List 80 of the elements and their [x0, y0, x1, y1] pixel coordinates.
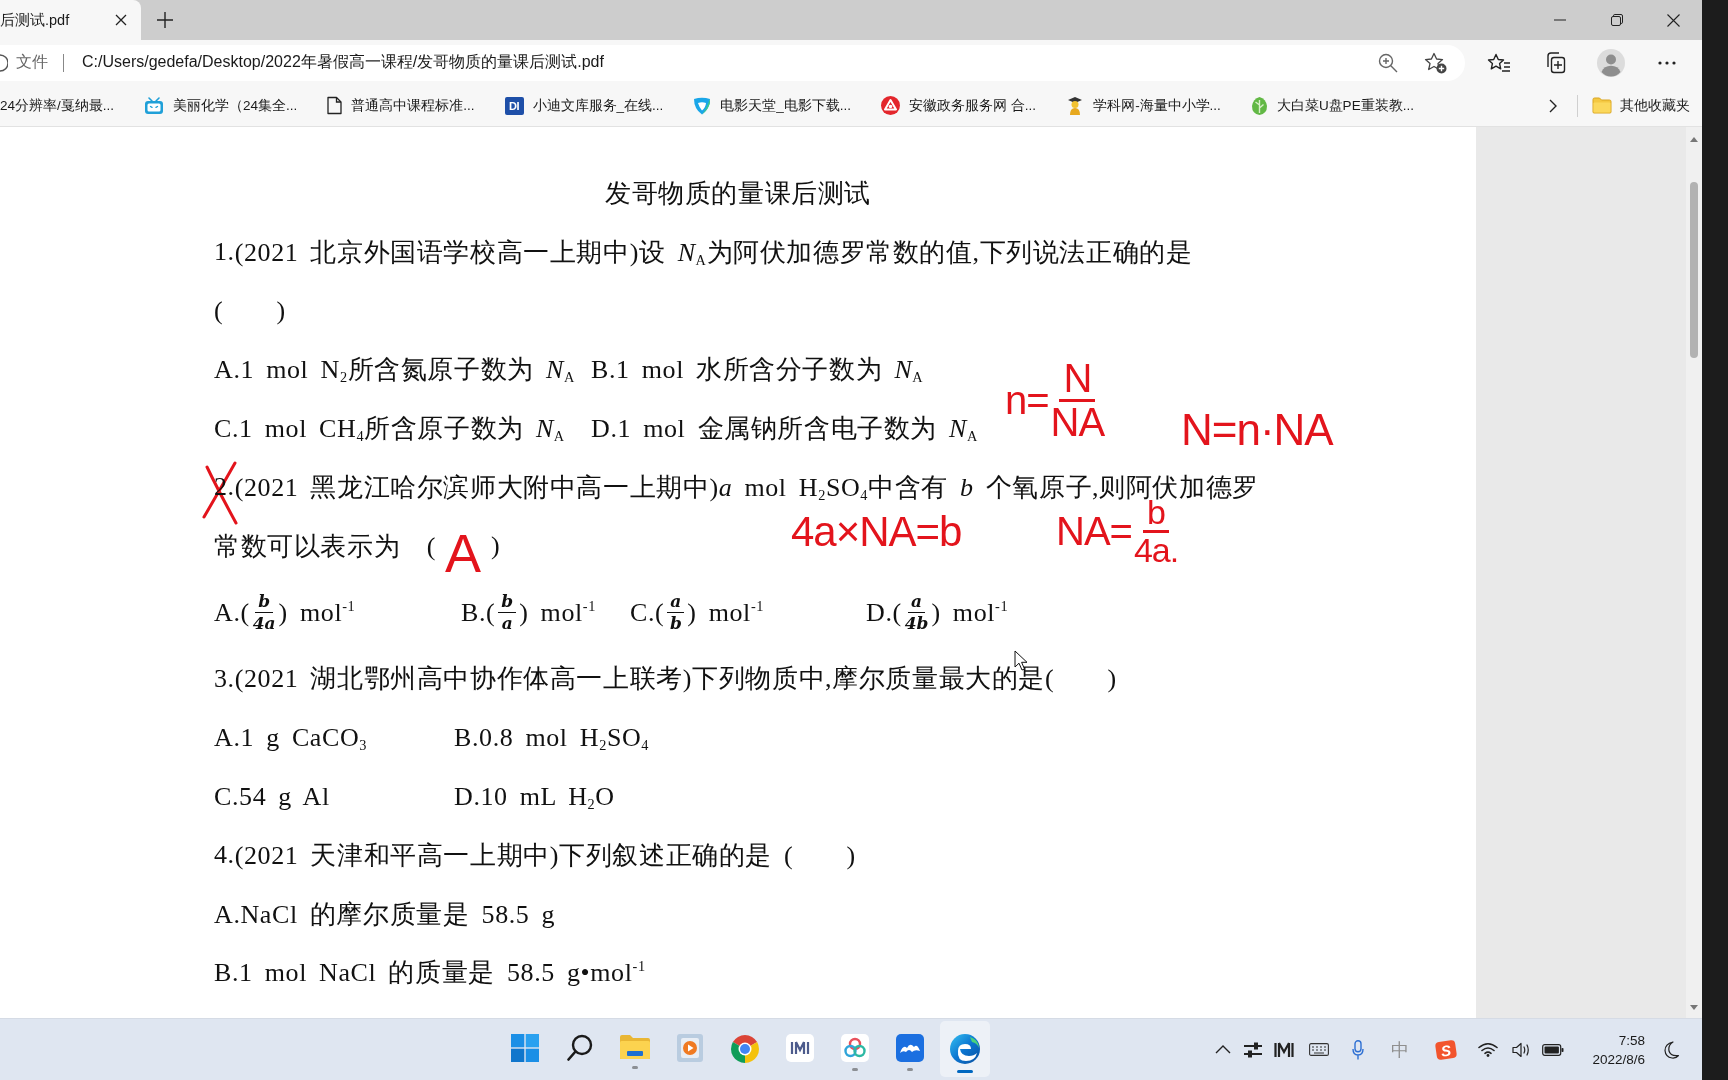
arrow-up-icon[interactable]	[1690, 137, 1698, 142]
scrollbar[interactable]	[1686, 127, 1702, 1018]
document-icon	[327, 96, 343, 115]
volume-icon[interactable]	[1511, 1041, 1531, 1058]
answer-option: B.0.8 mol H$_{2}$SO$_{4}$	[454, 722, 650, 753]
star-list-icon	[1487, 52, 1511, 73]
folder-icon	[1592, 97, 1612, 114]
question-text: (2021 天津和平高一上期中)下列叙述正确的是 ( )	[234, 839, 856, 872]
swirl-logo-icon	[949, 1034, 980, 1064]
wifi-icon[interactable]	[1477, 1042, 1498, 1057]
shield-icon	[693, 96, 712, 115]
microphone-icon[interactable]	[1352, 1039, 1364, 1060]
question-number: 3.	[214, 663, 235, 694]
collections-icon	[1544, 51, 1566, 74]
more-icon	[1658, 60, 1676, 65]
folder-icon	[619, 1034, 650, 1060]
question-number: 4.	[214, 840, 235, 871]
circle-logo-icon	[881, 96, 901, 115]
avatar-icon	[1597, 48, 1625, 77]
clock-date[interactable]: 2022/8/6	[1592, 1049, 1645, 1069]
scroll-thumb[interactable]	[1690, 182, 1698, 358]
arrow-down-icon[interactable]	[1690, 1005, 1698, 1010]
answer-option: B.1 mol 水所含分子数为 N$_{A}$	[591, 352, 924, 388]
cloud-logo-icon	[895, 1034, 924, 1062]
minimize-icon	[1553, 19, 1566, 21]
close-icon	[1667, 13, 1680, 27]
bars-logo-icon	[785, 1034, 814, 1062]
restore-icon	[1610, 14, 1623, 26]
play-icon	[676, 1034, 703, 1062]
answer-option: A.NaCl 的摩尔质量是 58.5 g	[214, 896, 556, 932]
answer-option: C.54 g Al	[214, 781, 330, 812]
bookmark-link[interactable]: 学科网-海量中小学...	[1066, 90, 1221, 121]
question-text: (2021 北京外国语学校高一上期中)设 N$_{A}$为阿伏加德罗常数的值,下列说法正确的是	[234, 236, 1193, 270]
answer-option: D.1 mol 金属钠所含电子数为 N$_{A}$	[591, 411, 978, 447]
rings-icon	[840, 1034, 869, 1062]
answer-option: A.1 g CaCO$_{3}$	[214, 722, 368, 753]
chevron-up-icon[interactable]	[1215, 1045, 1231, 1054]
tab-title: 后测试.pdf	[0, 10, 70, 30]
bookmark-link[interactable]: 普通高中课程标准...	[327, 90, 475, 121]
sliders-icon[interactable]	[1244, 1041, 1262, 1058]
question-text: ( )	[214, 295, 286, 328]
bookmark-link[interactable]: 安徽政务服务网 合...	[881, 90, 1037, 121]
zoom-in-icon[interactable]	[1378, 52, 1398, 73]
clock-time[interactable]: 7:58	[1618, 1030, 1645, 1050]
question-number: 1.	[214, 237, 235, 268]
bookmark-link[interactable]: 大白菜U盘PE重装教...	[1250, 90, 1414, 121]
moon-icon[interactable]	[1664, 1040, 1680, 1059]
bars-logo-icon[interactable]	[1274, 1041, 1294, 1058]
question-text: 常数可以表示为 (	[214, 530, 437, 563]
document-title: 发哥物质的量课后测试	[605, 177, 871, 210]
address-bar[interactable]: 文件 C:/Users/gedefa/Desktop/2022年暑假高一课程/发哥物质的量课后测试.pdf	[0, 44, 1465, 81]
answer-option: B.1 mol NaCl 的质量是 58.5 g•mol$^{-1}$	[214, 955, 646, 991]
keyboard-icon[interactable]	[1309, 1043, 1329, 1056]
scheme-label: 文件	[16, 52, 48, 72]
question-text: (2021 湖北鄂州高中协作体高一上联考)下列物质中,摩尔质量最大的是( )	[234, 663, 1117, 696]
close-icon	[115, 14, 127, 26]
answer-option: A.1 mol N$_{2}$所含氮原子数为 N$_{A}$	[214, 352, 575, 388]
browser-tab[interactable]: 后测试.pdf	[0, 0, 141, 40]
url-text: C:/Users/gedefa/Desktop/2022年暑假高一课程/发哥物质的量课后测试.pdf	[82, 52, 604, 72]
question-text: )	[491, 531, 501, 562]
plus-icon	[157, 12, 173, 28]
tv-icon	[144, 96, 165, 115]
bookmark-link[interactable]: 24分辨率/戛纳最...	[0, 90, 115, 121]
logo-badge: DI	[504, 96, 524, 115]
handwritten-answer: A	[445, 526, 482, 581]
leaf-icon	[1250, 95, 1268, 116]
chevron-right-icon	[1549, 98, 1557, 113]
search-icon	[566, 1034, 593, 1061]
bookmark-link[interactable]: DI 小迪文库服务_在线...	[504, 90, 664, 121]
bookmark-folder[interactable]: 其他收藏夹	[1592, 90, 1690, 121]
bookmark-link[interactable]: 电影天堂_电影下载...	[693, 90, 852, 121]
handwritten-note: 4a×NA=b	[791, 511, 962, 553]
answer-option: C.1 mol CH$_{4}$所含原子数为 N$_{A}$	[214, 411, 565, 447]
star-plus-icon[interactable]	[1424, 51, 1447, 74]
answer-option: D.10 mL H$_{2}$O	[454, 781, 615, 812]
start-icon	[510, 1034, 539, 1062]
battery-icon[interactable]	[1542, 1043, 1564, 1056]
bookmark-link[interactable]: 美丽化学（24集全...	[144, 90, 298, 121]
handwritten-note: N=n·NA	[1181, 408, 1333, 452]
round-logo-icon	[729, 1034, 760, 1064]
